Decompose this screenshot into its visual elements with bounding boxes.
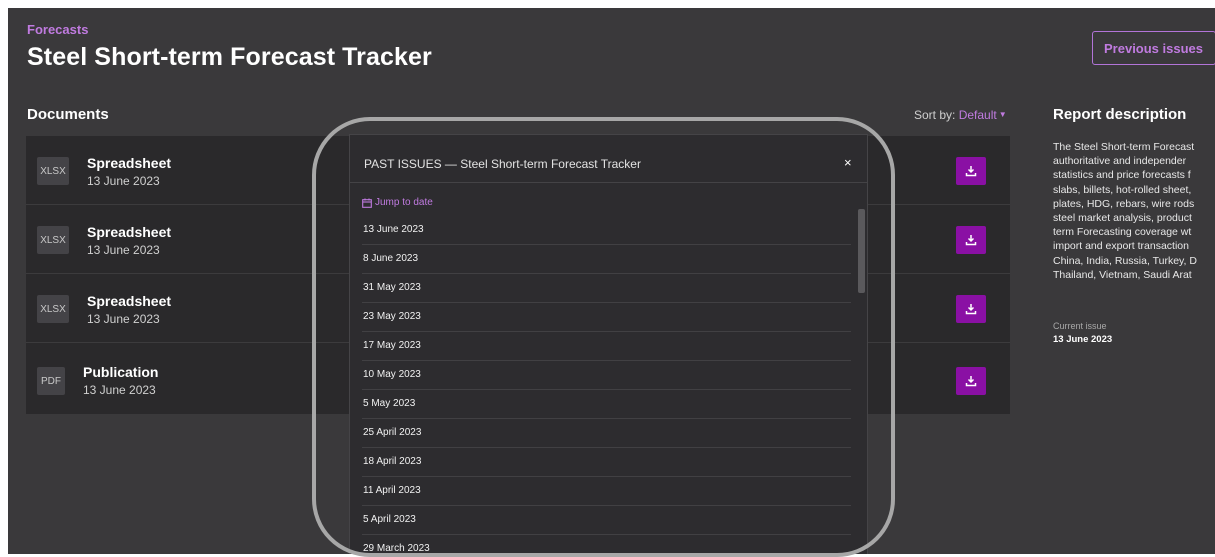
calendar-icon xyxy=(362,198,372,208)
description-line: Thailand, Vietnam, Saudi Arat xyxy=(1053,268,1192,281)
breadcrumb[interactable]: Forecasts xyxy=(27,22,88,37)
past-issues-modal: PAST ISSUES — Steel Short-term Forecast … xyxy=(349,134,868,554)
documents-heading: Documents xyxy=(27,106,109,123)
caret-down-icon: ▼ xyxy=(998,110,1007,119)
description-line: China, India, Russia, Turkey, D xyxy=(1053,254,1197,267)
jump-to-date-link[interactable]: Jump to date xyxy=(362,197,433,208)
sort-control[interactable]: Sort by: Default ▼ xyxy=(914,108,1007,122)
issue-row[interactable]: 17 May 2023 xyxy=(362,332,851,361)
document-date: 13 June 2023 xyxy=(83,383,156,397)
description-line: The Steel Short-term Forecast xyxy=(1053,141,1195,153)
document-date: 13 June 2023 xyxy=(87,312,160,326)
description-line: slabs, billets, hot-rolled sheet, xyxy=(1053,183,1192,196)
description-line: statistics and price forecasts f xyxy=(1053,169,1191,182)
page-title: Steel Short-term Forecast Tracker xyxy=(27,43,432,71)
previous-issues-label: Previous issues xyxy=(1104,40,1203,56)
download-icon xyxy=(965,166,977,177)
issue-row[interactable]: 11 April 2023 xyxy=(362,477,851,506)
current-issue-label: Current issue xyxy=(1053,321,1107,331)
download-button[interactable] xyxy=(956,157,986,185)
issue-row[interactable]: 10 May 2023 xyxy=(362,361,851,390)
download-icon xyxy=(965,235,977,246)
download-button[interactable] xyxy=(956,226,986,254)
report-description-text: The Steel Short-term Forecast authoritat… xyxy=(1053,140,1215,282)
document-name[interactable]: Spreadsheet xyxy=(87,293,171,309)
document-name[interactable]: Publication xyxy=(83,364,158,380)
jump-to-date-label: Jump to date xyxy=(375,197,433,208)
modal-scrollbar[interactable] xyxy=(858,209,865,293)
issue-row[interactable]: 13 June 2023 xyxy=(362,216,851,245)
download-button[interactable] xyxy=(956,295,986,323)
download-icon xyxy=(965,376,977,387)
document-name[interactable]: Spreadsheet xyxy=(87,155,171,171)
issue-row[interactable]: 23 May 2023 xyxy=(362,303,851,332)
app-window: Forecasts Steel Short-term Forecast Trac… xyxy=(8,8,1215,554)
document-date: 13 June 2023 xyxy=(87,243,160,257)
description-line: term Forecasting coverage wt xyxy=(1053,226,1192,239)
file-type-badge: XLSX xyxy=(37,157,69,185)
description-line: authoritative and independer xyxy=(1053,155,1187,168)
sort-value[interactable]: Default xyxy=(959,108,997,122)
file-type-badge: XLSX xyxy=(37,295,69,323)
file-type-badge: PDF xyxy=(37,367,65,395)
issue-row[interactable]: 29 March 2023 xyxy=(362,535,851,554)
issue-row[interactable]: 8 June 2023 xyxy=(362,245,851,274)
file-type-badge: XLSX xyxy=(37,226,69,254)
document-date: 13 June 2023 xyxy=(87,174,160,188)
previous-issues-button[interactable]: Previous issues xyxy=(1092,31,1215,65)
issue-row[interactable]: 5 May 2023 xyxy=(362,390,851,419)
issue-row[interactable]: 25 April 2023 xyxy=(362,419,851,448)
issue-row[interactable]: 18 April 2023 xyxy=(362,448,851,477)
description-line: plates, HDG, rebars, wire rods xyxy=(1053,197,1195,210)
description-line: steel market analysis, product xyxy=(1053,211,1192,224)
document-name[interactable]: Spreadsheet xyxy=(87,224,171,240)
description-line: import and export transaction xyxy=(1053,240,1189,253)
issue-row[interactable]: 5 April 2023 xyxy=(362,506,851,535)
sort-label: Sort by: xyxy=(914,108,956,122)
report-description-heading: Report description xyxy=(1053,106,1187,123)
current-issue-date: 13 June 2023 xyxy=(1053,334,1113,345)
close-icon[interactable]: × xyxy=(844,155,852,170)
modal-title: PAST ISSUES — Steel Short-term Forecast … xyxy=(364,157,641,171)
issue-row[interactable]: 31 May 2023 xyxy=(362,274,851,303)
download-icon xyxy=(965,304,977,315)
modal-divider xyxy=(350,182,867,183)
download-button[interactable] xyxy=(956,367,986,395)
